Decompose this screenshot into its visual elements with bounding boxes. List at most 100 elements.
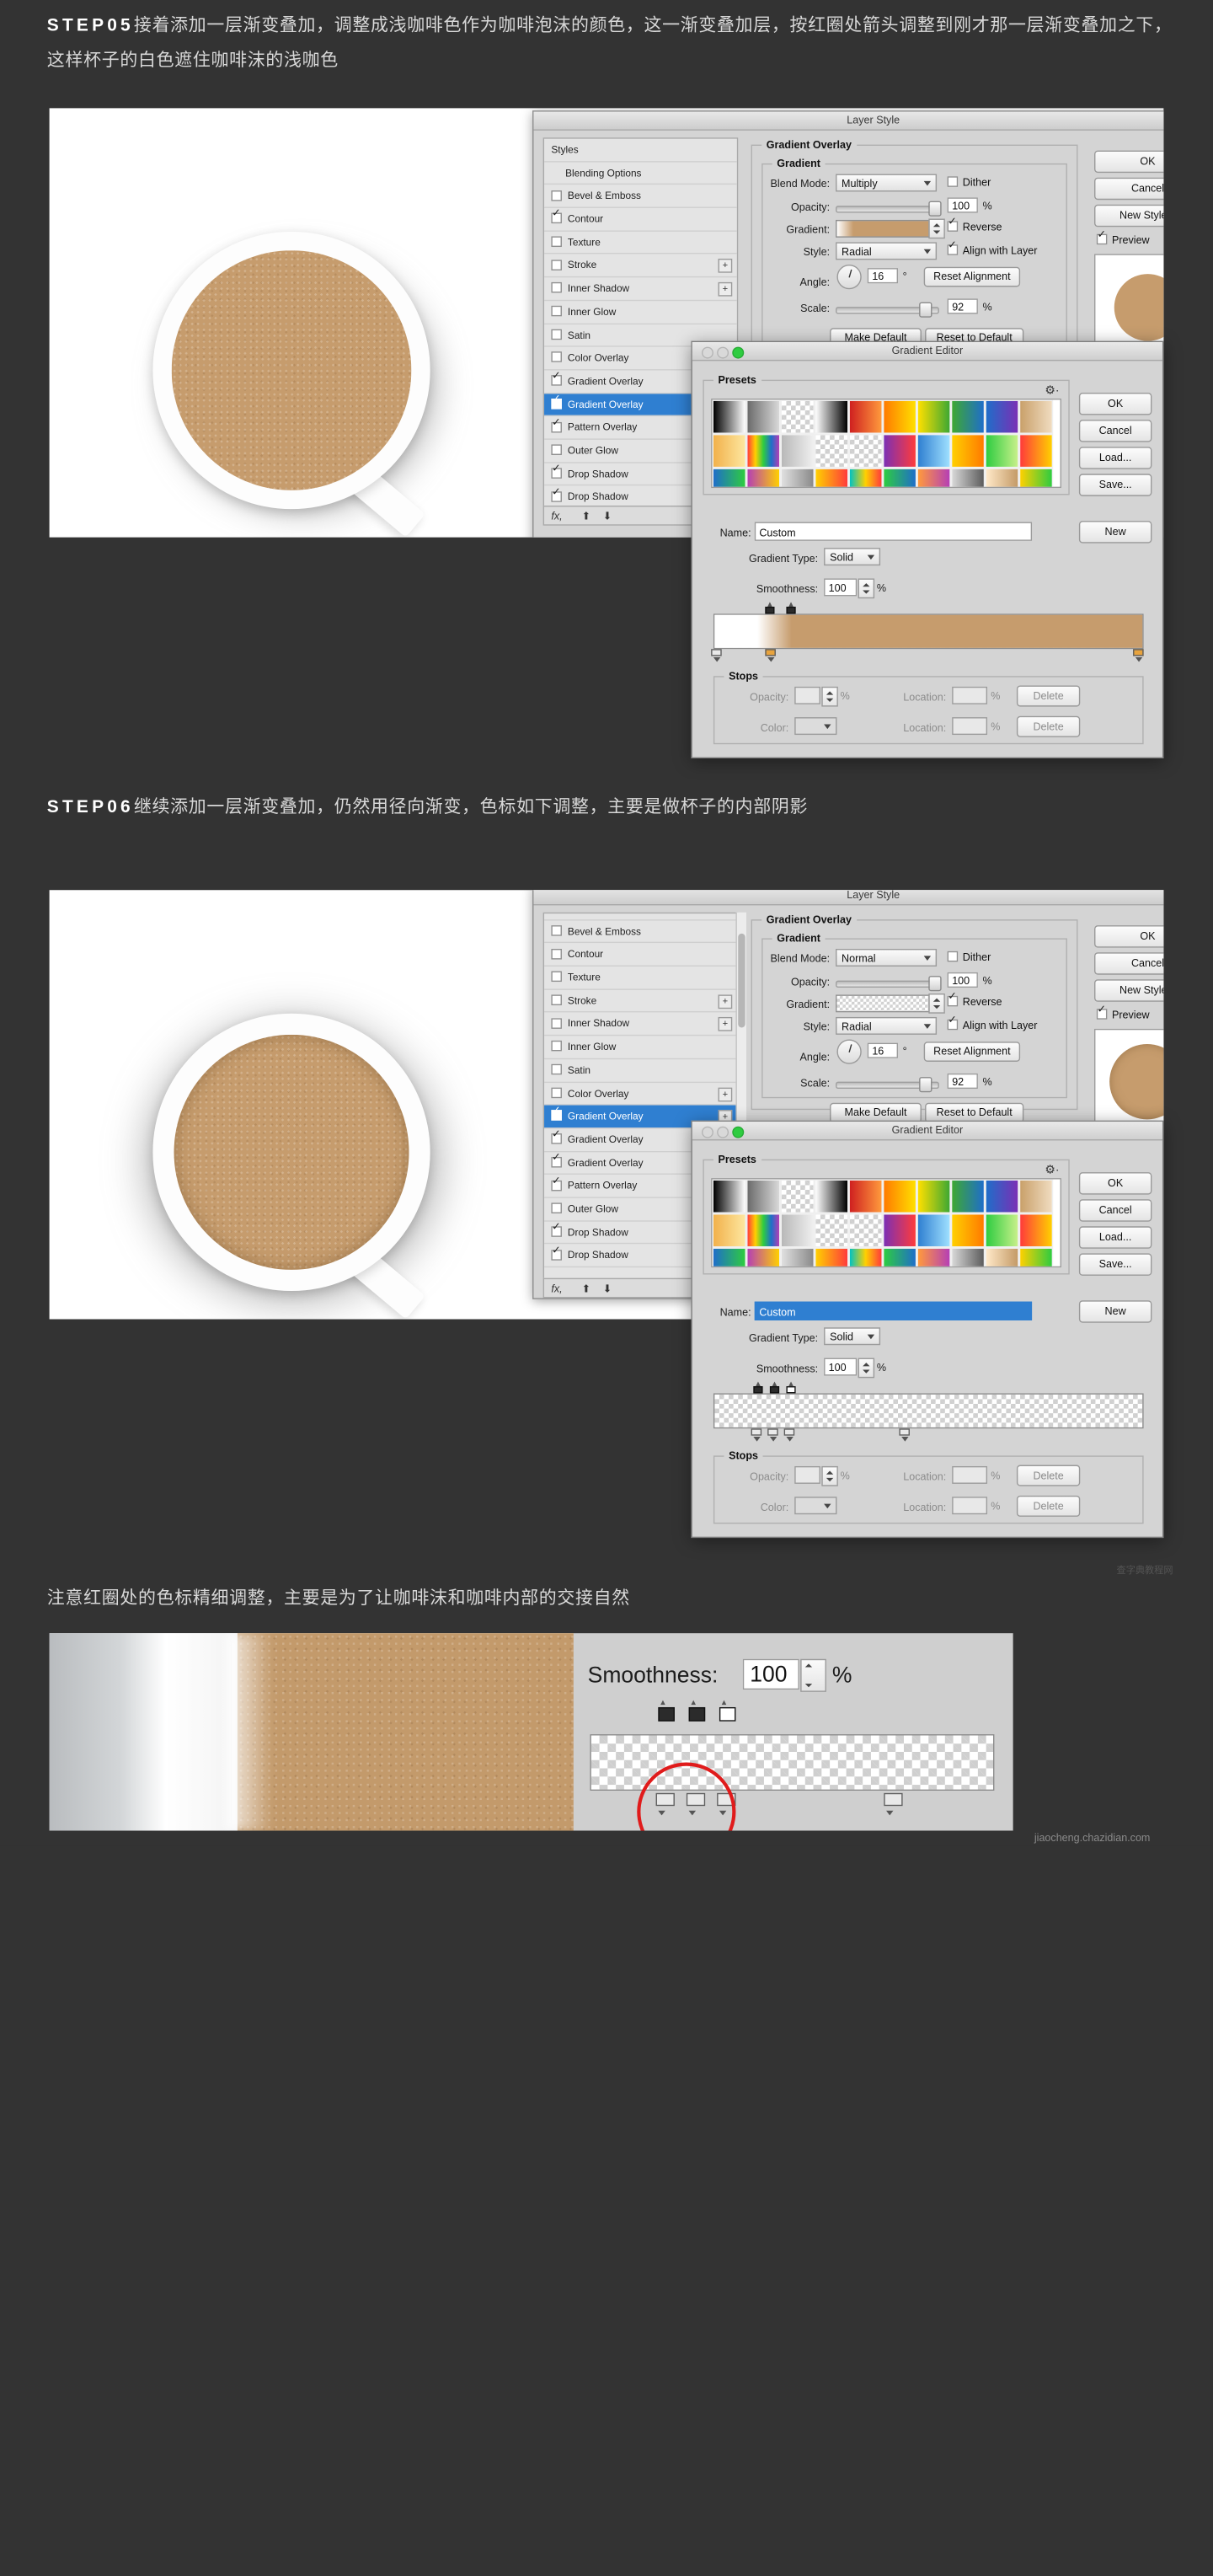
gear-icon-1[interactable]: ⚙· <box>1045 384 1059 397</box>
color-stop-2[interactable] <box>765 649 776 662</box>
style-row-texture[interactable]: Texture <box>544 967 737 990</box>
gradient-type-select-2[interactable]: Solid <box>824 1327 881 1346</box>
new-button-2[interactable]: New <box>1078 1300 1152 1323</box>
gradient-preset-swatch[interactable] <box>950 1179 986 1213</box>
gradient-preset-swatch[interactable] <box>882 468 917 487</box>
zoom-traffic-light[interactable] <box>732 346 745 359</box>
gradient-preset-swatch[interactable] <box>985 433 1019 469</box>
smoothness-input-2[interactable]: 100 <box>824 1358 858 1376</box>
style-row-checkbox[interactable] <box>551 1017 562 1029</box>
gradient-preset-swatch[interactable] <box>1018 399 1054 434</box>
gradient-stepper-2[interactable] <box>928 993 945 1014</box>
gradient-preview-1[interactable] <box>836 219 930 238</box>
blend-mode-select-1[interactable]: Multiply <box>836 174 938 192</box>
gradient-preset-swatch[interactable] <box>985 1247 1019 1267</box>
delete-opacity-stop-button-2[interactable]: Delete <box>1016 1465 1081 1486</box>
blend-mode-select-2[interactable]: Normal <box>836 949 938 967</box>
gradient-preset-swatch[interactable] <box>848 1179 883 1213</box>
scale-value-1[interactable]: 92 <box>947 298 978 314</box>
gradient-preset-swatch[interactable] <box>916 399 951 434</box>
style-row-checkbox[interactable] <box>551 208 562 224</box>
minimize-traffic-light-2[interactable] <box>717 1126 729 1138</box>
style-row-checkbox[interactable] <box>551 1106 562 1122</box>
gradient-preset-swatch[interactable] <box>882 433 917 469</box>
style-row-checkbox[interactable] <box>551 394 562 410</box>
gradient-preset-swatch[interactable] <box>916 468 951 487</box>
move-down-icon-2[interactable]: ⬇ <box>603 1283 612 1295</box>
scale-value-2[interactable]: 92 <box>947 1073 978 1090</box>
style-row-texture[interactable]: Texture <box>544 232 737 254</box>
ge1-cancel-button[interactable]: Cancel <box>1078 420 1152 442</box>
angle-dial-1[interactable] <box>836 264 862 290</box>
opacity-value-1[interactable]: 100 <box>947 197 978 213</box>
opacity-knob-2[interactable] <box>928 976 942 992</box>
gradient-preset-swatch[interactable] <box>814 1247 849 1267</box>
style-select-1[interactable]: Radial <box>836 242 938 260</box>
gradient-preset-swatch[interactable] <box>746 399 781 434</box>
opacity-slider-1[interactable] <box>836 201 942 217</box>
ge2-ok-button[interactable]: OK <box>1078 1172 1152 1195</box>
gradient-preset-swatch[interactable] <box>712 1179 747 1213</box>
gradient-preset-swatch[interactable] <box>780 399 815 434</box>
gradient-preset-swatch[interactable] <box>780 1213 815 1248</box>
smoothness-input-1[interactable]: 100 <box>824 578 858 597</box>
style-row-checkbox[interactable] <box>551 329 562 340</box>
scale-knob-2[interactable] <box>919 1077 932 1093</box>
style-row-checkbox[interactable] <box>551 1222 562 1237</box>
gear-icon-2[interactable]: ⚙· <box>1045 1164 1059 1176</box>
reverse-checkbox-2[interactable]: Reverse <box>947 991 1002 1008</box>
gradient-preset-swatch[interactable] <box>950 468 986 487</box>
style-row-inner-shadow[interactable]: Inner Shadow + <box>544 277 737 301</box>
color-stop-2b[interactable] <box>767 1428 778 1442</box>
angle-value-2[interactable]: 16 <box>867 1042 899 1058</box>
style-row-checkbox[interactable] <box>551 305 562 317</box>
gradient-preset-swatch[interactable] <box>916 1213 951 1248</box>
gradient-preset-swatch[interactable] <box>848 433 883 469</box>
fx-label[interactable]: fx, <box>551 511 562 522</box>
gradient-preset-swatch[interactable] <box>916 433 951 469</box>
closeup-smoothness-input[interactable]: 100 <box>742 1658 799 1690</box>
gradient-preset-swatch[interactable] <box>985 468 1019 487</box>
gradient-preset-swatch[interactable] <box>985 1179 1019 1213</box>
gradient-preset-swatch[interactable] <box>780 1179 815 1213</box>
name-input-2[interactable]: Custom <box>754 1301 1033 1320</box>
gradient-preset-swatch[interactable] <box>814 1179 849 1213</box>
style-row-bevel-emboss[interactable]: Bevel & Emboss <box>544 185 737 209</box>
gradient-preset-swatch[interactable] <box>882 1179 917 1213</box>
preview-checkbox-1[interactable]: Preview <box>1096 229 1150 246</box>
reverse-checkbox-1[interactable]: Reverse <box>947 217 1002 233</box>
gradient-preset-swatch[interactable] <box>746 468 781 487</box>
gradient-preset-swatch[interactable] <box>780 468 815 487</box>
style-row-checkbox[interactable] <box>551 236 562 248</box>
style-row-inner-glow[interactable]: Inner Glow <box>544 1036 737 1059</box>
gradient-preset-swatch[interactable] <box>746 1179 781 1213</box>
stop-opacity-input-1[interactable] <box>794 686 820 704</box>
add-effect-icon[interactable]: + <box>718 994 733 1009</box>
gradient-preset-swatch[interactable] <box>882 399 917 434</box>
style-row-blending-options[interactable]: Blending Options <box>544 913 737 921</box>
style-row-checkbox[interactable] <box>551 948 562 960</box>
gradient-preset-swatch[interactable] <box>1018 1179 1054 1213</box>
gradient-preset-swatch[interactable] <box>746 1247 781 1267</box>
move-up-icon[interactable]: ⬆ <box>582 511 591 523</box>
style-row-checkbox[interactable] <box>551 1041 562 1052</box>
dither-checkbox-1[interactable]: Dither <box>947 176 991 188</box>
gradient-stepper-1[interactable] <box>928 218 945 239</box>
opacity-knob-1[interactable] <box>928 201 942 217</box>
style-row-checkbox[interactable] <box>551 971 562 983</box>
gradient-preset-swatch[interactable] <box>950 433 986 469</box>
fx-label-2[interactable]: fx, <box>551 1283 562 1294</box>
style-row-inner-glow[interactable]: Inner Glow <box>544 301 737 324</box>
stop-color-swatch-2[interactable] <box>794 1497 837 1515</box>
style-row-checkbox[interactable] <box>551 417 562 432</box>
preview-checkbox-2[interactable]: Preview <box>1096 1004 1150 1020</box>
style-row-inner-shadow[interactable]: Inner Shadow + <box>544 1013 737 1036</box>
move-up-icon-2[interactable]: ⬆ <box>582 1283 591 1295</box>
scale-knob-1[interactable] <box>919 302 932 318</box>
color-stop-1[interactable] <box>711 649 722 662</box>
gradient-preset-swatch[interactable] <box>1018 1247 1054 1267</box>
gradient-preset-swatch[interactable] <box>746 433 781 469</box>
style-row-checkbox[interactable] <box>551 259 562 270</box>
opacity-value-2[interactable]: 100 <box>947 972 978 988</box>
stop-location-input-1[interactable] <box>952 686 988 704</box>
